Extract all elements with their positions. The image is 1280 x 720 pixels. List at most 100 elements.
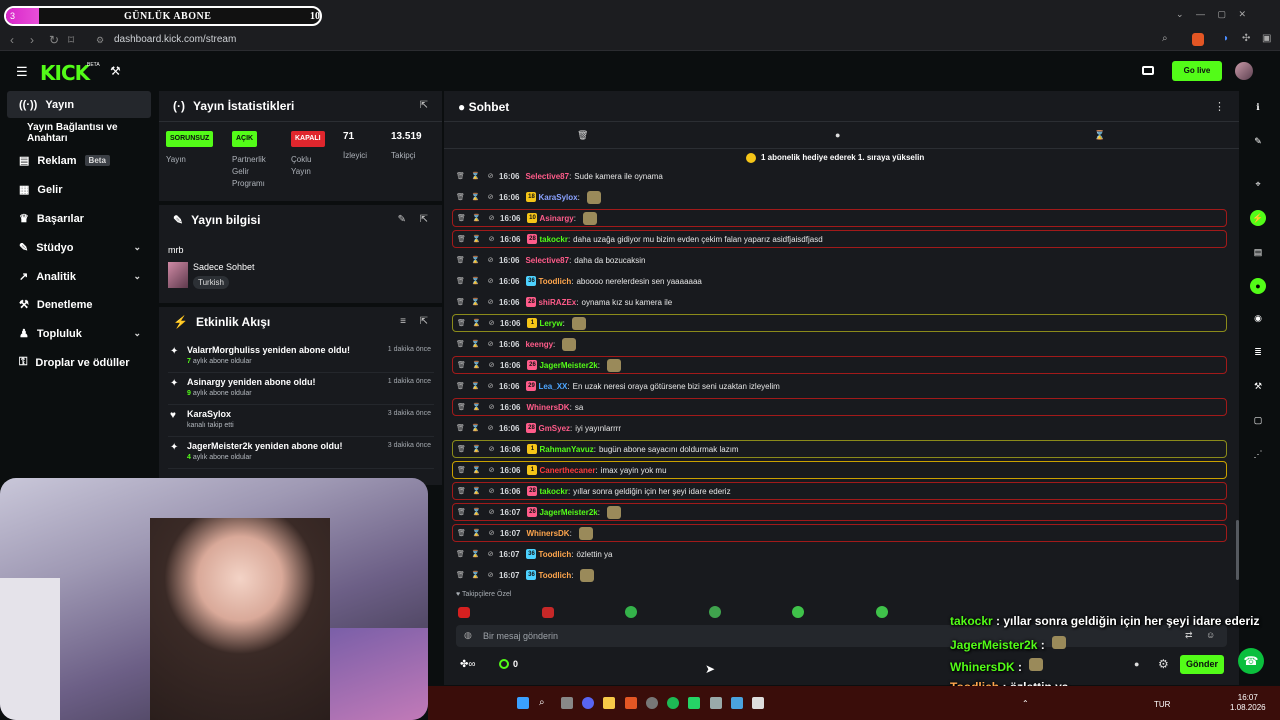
brave-shield-icon[interactable] [1192,33,1204,46]
ban-icon[interactable]: ⊘ [485,508,498,516]
chat-input-box[interactable] [456,625,1227,647]
photos-icon[interactable] [731,697,743,709]
chat-message[interactable]: 🗑 ⌛ ⊘ 16:07 WhinersDK: [452,524,1227,542]
moderation-hammer-icon[interactable]: ⚒ [110,64,121,78]
message-username[interactable]: JagerMeister2k [539,508,597,517]
broadcast-icon[interactable]: ◉ [1250,310,1266,326]
search-icon[interactable]: ⌕ [539,697,551,709]
reload-icon[interactable]: ↻ [49,33,59,47]
share-icon[interactable]: ⋰ [1250,446,1266,462]
folder-icon[interactable] [603,697,615,709]
chat-fab-icon[interactable]: ☎ [1238,648,1264,674]
back-icon[interactable]: ‹ [10,33,14,47]
timeout-icon[interactable]: ⌛ [469,424,482,432]
message-username[interactable]: takockr [539,487,567,496]
kick-logo[interactable]: KICK [40,61,90,85]
delete-message-icon[interactable]: 🗑 [455,214,468,222]
trash-icon[interactable]: 🗑 [577,130,588,141]
delete-message-icon[interactable]: 🗑 [455,529,468,537]
emote-icon[interactable] [709,606,721,618]
delete-message-icon[interactable]: 🗑 [454,550,467,558]
window-icon[interactable]: ▢ [1250,412,1266,428]
timeout-icon[interactable]: ⌛ [469,298,482,306]
ban-icon[interactable]: ⊘ [484,550,497,558]
ban-icon[interactable]: ⊘ [484,424,497,432]
forward-icon[interactable]: › [30,33,34,47]
ban-icon[interactable]: ⊘ [485,361,498,369]
chat-icon[interactable]: ● [835,130,840,140]
calculator-icon[interactable] [752,697,764,709]
message-username[interactable]: Canerthecaner [539,466,595,475]
sidebar-item-topluluk[interactable]: ♟ Topluluk ⌄ [7,320,151,347]
theater-mode-icon[interactable] [1142,66,1154,75]
url-field[interactable]: dashboard.kick.com/stream [114,34,236,45]
timeout-icon[interactable]: ⌛ [470,319,483,327]
timeout-icon[interactable]: ⌛ [469,193,482,201]
ban-icon[interactable]: ⊘ [484,382,497,390]
delete-message-icon[interactable]: 🗑 [455,445,468,453]
hourglass-icon[interactable]: ⌛ [1094,130,1105,141]
extension-icon[interactable]: ◗ [1223,33,1229,44]
whatsapp-icon[interactable] [688,697,700,709]
chat-input[interactable]: Bir mesaj gönderin [483,631,558,641]
filter-icon[interactable]: ≡ [400,316,406,327]
popout-icon[interactable]: ⇱ [420,316,428,327]
ban-icon[interactable]: ⊘ [484,256,497,264]
send-button[interactable]: Gönder [1180,655,1224,674]
ban-icon[interactable]: ⊘ [485,214,498,222]
sidebar-item-gelir[interactable]: ▦ Gelir [7,176,151,203]
settings-app-icon[interactable] [710,697,722,709]
delete-message-icon[interactable]: 🗑 [454,256,467,264]
emote-icon[interactable] [792,606,804,618]
sidebar-item-yayin[interactable]: ((·)) Yayın [7,91,151,118]
ban-icon[interactable]: ⊘ [484,193,497,201]
delete-message-icon[interactable]: 🗑 [455,319,468,327]
ban-icon[interactable]: ⊘ [484,571,497,579]
ban-icon[interactable]: ⊘ [484,298,497,306]
delete-message-icon[interactable]: 🗑 [454,277,467,285]
delete-message-icon[interactable]: 🗑 [455,487,468,495]
delete-message-icon[interactable]: 🗑 [454,340,467,348]
gift-icon[interactable]: ✤∞ [460,659,476,670]
spotify-icon[interactable] [667,697,679,709]
delete-message-icon[interactable]: 🗑 [455,508,468,516]
wrench-icon[interactable]: ⚒ [1250,378,1266,394]
sidebar-item-basarilar[interactable]: ♛ Başarılar [7,205,151,232]
ban-icon[interactable]: ⊘ [484,172,497,180]
bookmark-icon[interactable]: ⌑ [68,33,74,47]
message-username[interactable]: Toodlich [538,550,571,559]
chat-message[interactable]: 🗑 ⌛ ⊘ 16:06 Selective87: Sude kamera ile oyna… [452,167,1227,185]
sidebar-item-denetleme[interactable]: ⚒ Denetleme [7,291,151,318]
chat-message[interactable]: 🗑 ⌛ ⊘ 16:06 18 KaraSylox: [452,188,1227,206]
edit-icon[interactable]: ✎ [398,214,406,225]
settings-icon[interactable]: ⚙ [1158,657,1169,671]
timeout-icon[interactable]: ⌛ [470,214,483,222]
ban-icon[interactable]: ⊘ [485,487,498,495]
timeout-icon[interactable]: ⌛ [470,403,483,411]
lightning-icon[interactable]: ⚡ [1250,210,1266,226]
message-username[interactable]: RahmanYavuz [539,445,593,454]
timeout-icon[interactable]: ⌛ [470,529,483,537]
delete-message-icon[interactable]: 🗑 [454,382,467,390]
timeout-icon[interactable]: ⌛ [469,550,482,558]
ban-icon[interactable]: ⊘ [484,277,497,285]
chat-message[interactable]: 🗑 ⌛ ⊘ 16:06 1 Leryw: [452,314,1227,332]
timeout-icon[interactable]: ⌛ [469,256,482,264]
delete-message-icon[interactable]: 🗑 [454,193,467,201]
message-username[interactable]: Leryw [539,319,562,328]
chat-message[interactable]: 🗑 ⌛ ⊘ 16:06 1 RahmanYavuz: bugün abone sayacın… [452,440,1227,458]
zoom-icon[interactable]: ⌕ [1162,33,1168,44]
brave-icon[interactable] [625,697,637,709]
menu-icon[interactable]: ☰ [16,64,28,80]
timeout-icon[interactable]: ⌛ [469,172,482,180]
message-username[interactable]: shiRAZEx [538,298,576,307]
stack-icon[interactable]: ≣ [1250,344,1266,360]
chat-message[interactable]: 🗑 ⌛ ⊘ 16:07 36 Toodlich: özlettin ya [452,545,1227,563]
sidebar-item-reklam[interactable]: ▤ Reklam Beta [7,147,151,174]
ban-icon[interactable]: ⊘ [485,529,498,537]
obs-icon[interactable] [646,697,658,709]
translate-icon[interactable]: ⇄ [1185,630,1193,641]
timeout-icon[interactable]: ⌛ [469,277,482,285]
ban-icon[interactable]: ⊘ [485,445,498,453]
message-username[interactable]: JagerMeister2k [539,361,597,370]
